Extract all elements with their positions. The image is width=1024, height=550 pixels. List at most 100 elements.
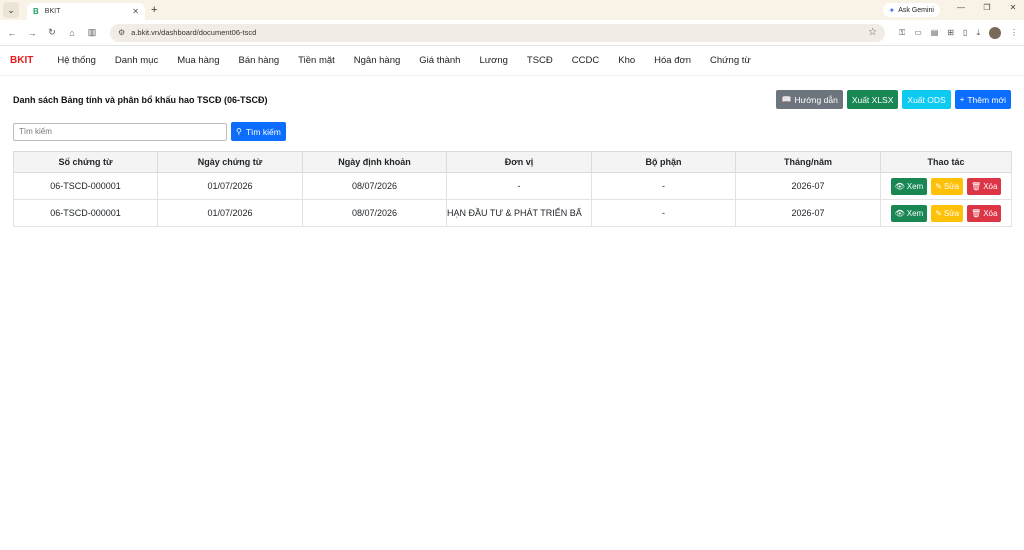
brand-logo[interactable]: BKIT: [10, 55, 33, 66]
delete-label: Xóa: [983, 208, 998, 218]
col-header-doc-no[interactable]: Số chứng từ: [13, 151, 158, 173]
back-arrow-icon[interactable]: ←: [6, 28, 18, 38]
cell-post-date: 08/07/2026: [302, 199, 447, 227]
window-controls: — ❐ ✕: [956, 3, 1018, 12]
search-button-label: Tìm kiếm: [245, 126, 281, 137]
col-header-post-date[interactable]: Ngày định khoản: [302, 151, 447, 173]
table-header-row: Số chứng từ Ngày chứng từ Ngày định khoả…: [13, 151, 1012, 173]
toolbar-icons: ⚿ ▭ ▤ ⊞ ▯ ⤓ ⋮: [899, 26, 1018, 39]
page-header: Danh sách Bảng tính và phân bổ khấu hao …: [13, 90, 1011, 109]
more-menu-icon[interactable]: ⋮: [1010, 28, 1018, 37]
payment-card-icon[interactable]: ▭: [914, 28, 922, 37]
table-row: 06-TSCD-000001 01/07/2026 08/07/2026 HẠN…: [13, 199, 1012, 227]
menu-mua-hang[interactable]: Mua hàng: [177, 55, 219, 66]
password-key-icon[interactable]: ⚿: [899, 28, 905, 38]
col-header-dept[interactable]: Bộ phận: [591, 151, 736, 173]
menu-ngan-hang[interactable]: Ngân hàng: [354, 55, 400, 66]
table-row: 06-TSCD-000001 01/07/2026 08/07/2026 - -…: [13, 172, 1012, 200]
menu-hoa-don[interactable]: Hóa đơn: [654, 55, 691, 66]
pencil-icon: ✎: [935, 208, 942, 218]
cell-dept: -: [591, 172, 736, 200]
edit-button[interactable]: ✎ Sửa: [931, 204, 964, 222]
browser-tabbar: ⌄ B BKIT ✕ + ✦ Ask Gemini — ❐ ✕: [0, 0, 1024, 20]
delete-button[interactable]: 🗑 Xóa: [967, 204, 1002, 222]
export-ods-button[interactable]: Xuất ODS: [902, 90, 951, 109]
cell-unit: HẠN ĐẦU TƯ & PHÁT TRIỂN BẤ: [446, 199, 592, 227]
delete-label: Xóa: [983, 181, 998, 191]
menu-ban-hang[interactable]: Bán hàng: [238, 55, 279, 66]
ask-gemini-button[interactable]: ✦ Ask Gemini: [882, 3, 940, 17]
delete-button[interactable]: 🗑 Xóa: [967, 177, 1002, 195]
plus-icon: +: [959, 95, 965, 104]
close-window-icon[interactable]: ✕: [1008, 3, 1018, 12]
col-header-doc-date[interactable]: Ngày chứng từ: [157, 151, 303, 173]
trash-icon: 🗑: [971, 208, 982, 218]
url-bar[interactable]: ⚙ a.bkit.vn/dashboard/document06-tscd ☆: [110, 23, 886, 42]
cell-actions: 👁 Xem ✎ Sửa 🗑 Xóa: [880, 199, 1012, 227]
menu-ccdc[interactable]: CCDC: [572, 55, 599, 66]
cell-doc-no: 06-TSCD-000001: [13, 172, 158, 200]
favicon: B: [33, 7, 39, 16]
menu-danh-muc[interactable]: Danh mục: [115, 55, 158, 66]
url-text: a.bkit.vn/dashboard/document06-tscd: [131, 28, 257, 37]
search-button[interactable]: ⚲ Tìm kiếm: [231, 122, 286, 141]
edit-label: Sửa: [943, 181, 960, 191]
cell-period: 2026-07: [735, 172, 881, 200]
site-info-icon[interactable]: ⚙: [118, 28, 125, 37]
search-input[interactable]: [13, 122, 227, 141]
cell-post-date: 08/07/2026: [302, 172, 447, 200]
menu-chung-tu[interactable]: Chứng từ: [710, 55, 751, 66]
bookmark-star-icon[interactable]: ☆: [868, 27, 877, 38]
menu-kho[interactable]: Kho: [618, 55, 635, 66]
cell-doc-date: 01/07/2026: [157, 199, 303, 227]
menu-tien-mat[interactable]: Tiền mặt: [298, 55, 335, 66]
eye-icon: 👁: [894, 181, 905, 191]
address-toolbar: ← → ↻ ⌂ ▥ ⚙ a.bkit.vn/dashboard/document…: [0, 20, 1024, 46]
cell-doc-date: 01/07/2026: [157, 172, 303, 200]
guide-button[interactable]: 📖 Hướng dẫn: [776, 90, 843, 109]
cell-unit: -: [446, 172, 592, 200]
download-icon[interactable]: ⤓: [976, 28, 980, 38]
pencil-icon: ✎: [935, 181, 942, 191]
documents-table: Số chứng từ Ngày chứng từ Ngày định khoả…: [13, 151, 1012, 227]
view-button[interactable]: 👁 Xem: [890, 177, 928, 195]
minimize-icon[interactable]: —: [956, 3, 966, 12]
header-actions: 📖 Hướng dẫn Xuất XLSX Xuất ODS + Thêm mớ…: [776, 90, 1011, 109]
menu-gia-thanh[interactable]: Giá thành: [419, 55, 460, 66]
book-icon: 📖: [781, 95, 792, 104]
col-header-unit[interactable]: Đơn vị: [446, 151, 592, 173]
main-content: Danh sách Bảng tính và phân bổ khấu hao …: [0, 90, 1024, 227]
cell-doc-no: 06-TSCD-000001: [13, 199, 158, 227]
export-ods-label: Xuất ODS: [907, 94, 946, 105]
forward-arrow-icon[interactable]: →: [26, 28, 38, 38]
view-label: Xem: [906, 181, 924, 191]
restore-icon[interactable]: ❐: [982, 3, 992, 12]
add-new-label: Thêm mới: [967, 94, 1006, 105]
col-header-period[interactable]: Tháng/năm: [735, 151, 881, 173]
guide-label: Hướng dẫn: [794, 94, 838, 105]
browser-tab[interactable]: B BKIT ✕: [27, 3, 145, 20]
new-tab-icon[interactable]: +: [151, 4, 157, 16]
avatar[interactable]: [989, 26, 1001, 39]
search-bar: ⚲ Tìm kiếm: [13, 122, 1011, 141]
reload-icon[interactable]: ↻: [46, 27, 58, 38]
export-xlsx-button[interactable]: Xuất XLSX: [846, 90, 899, 109]
cell-period: 2026-07: [735, 199, 881, 227]
menu-he-thong[interactable]: Hệ thống: [57, 55, 96, 66]
add-new-button[interactable]: + Thêm mới: [954, 90, 1011, 109]
home-icon[interactable]: ⌂: [66, 28, 78, 38]
edit-button[interactable]: ✎ Sửa: [931, 177, 964, 195]
menu-tscd[interactable]: TSCĐ: [527, 55, 553, 66]
view-button[interactable]: 👁 Xem: [890, 204, 928, 222]
tab-list-chevron-icon[interactable]: ⌄: [3, 2, 19, 18]
app-navbar: BKIT Hệ thống Danh mục Mua hàng Bán hàng…: [0, 46, 1024, 76]
menu-luong[interactable]: Lương: [479, 55, 507, 66]
eye-icon: 👁: [894, 208, 905, 218]
page-title: Danh sách Bảng tính và phân bổ khấu hao …: [13, 94, 268, 105]
close-tab-icon[interactable]: ✕: [132, 7, 139, 16]
side-panel-icon[interactable]: ▯: [963, 28, 967, 37]
extension-icon[interactable]: ⊞: [947, 28, 954, 37]
reading-mode-icon[interactable]: ▤: [931, 28, 939, 37]
cell-actions: 👁 Xem ✎ Sửa 🗑 Xóa: [880, 172, 1012, 200]
split-view-icon[interactable]: ▥: [86, 27, 98, 38]
